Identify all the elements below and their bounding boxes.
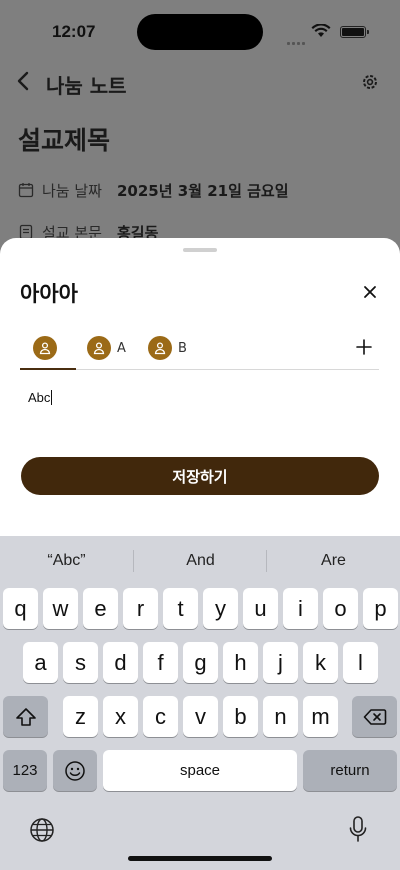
key-f[interactable]: f <box>143 642 178 683</box>
tab-member-b[interactable]: B <box>148 336 187 370</box>
date-row: 나눔 날짜 2025년 3월 21일 금요일 <box>18 178 289 202</box>
key-l[interactable]: l <box>343 642 378 683</box>
note-editor[interactable]: Abc <box>28 390 53 405</box>
key-z[interactable]: z <box>63 696 98 737</box>
key-t[interactable]: t <box>163 588 198 629</box>
member-tabs: A B <box>20 330 379 370</box>
keyboard: “Abc” And Are q w e r t y u i o p a s d … <box>0 536 400 870</box>
bottom-sheet: 아아아 A B Abc 저장하기 <box>0 238 400 538</box>
avatar <box>33 336 57 360</box>
key-y[interactable]: y <box>203 588 238 629</box>
signal-icon <box>287 30 307 49</box>
home-indicator <box>128 856 272 861</box>
return-key[interactable]: return <box>303 750 397 791</box>
status-bar: 12:07 <box>0 0 400 56</box>
key-k[interactable]: k <box>303 642 338 683</box>
shift-key[interactable] <box>3 696 48 737</box>
key-i[interactable]: i <box>283 588 318 629</box>
avatar <box>148 336 172 360</box>
key-w[interactable]: w <box>43 588 78 629</box>
globe-icon[interactable] <box>29 817 55 843</box>
space-key[interactable]: space <box>103 750 297 791</box>
key-v[interactable]: v <box>183 696 218 737</box>
page-title: 설교제목 <box>18 126 111 155</box>
sheet-title: 아아아 <box>20 282 78 306</box>
sheet-grabber[interactable] <box>183 248 217 252</box>
key-e[interactable]: e <box>83 588 118 629</box>
key-o[interactable]: o <box>323 588 358 629</box>
emoji-key[interactable] <box>53 750 97 791</box>
tab-member-a[interactable]: A <box>87 336 126 370</box>
date-value: 2025년 3월 21일 금요일 <box>117 181 289 200</box>
shift-icon <box>15 707 36 726</box>
battery-icon <box>340 26 369 38</box>
numbers-key[interactable]: 123 <box>3 750 47 791</box>
wifi-icon <box>311 24 331 37</box>
user-icon <box>154 342 166 355</box>
key-c[interactable]: c <box>143 696 178 737</box>
suggestion-item[interactable]: And <box>134 546 267 576</box>
suggestion-bar: “Abc” And Are <box>0 546 400 576</box>
close-icon[interactable] <box>362 284 378 300</box>
backspace-icon <box>363 708 386 725</box>
date-label: 나눔 날짜 <box>42 181 102 200</box>
key-h[interactable]: h <box>223 642 258 683</box>
calendar-icon <box>18 183 34 198</box>
editor-text: Abc <box>28 390 51 405</box>
key-b[interactable]: b <box>223 696 258 737</box>
add-member-icon[interactable] <box>355 338 373 356</box>
user-icon <box>93 342 105 355</box>
key-r[interactable]: r <box>123 588 158 629</box>
nav-title: 나눔 노트 <box>46 74 127 98</box>
key-a[interactable]: a <box>23 642 58 683</box>
status-time: 12:07 <box>52 22 96 41</box>
key-g[interactable]: g <box>183 642 218 683</box>
key-d[interactable]: d <box>103 642 138 683</box>
key-p[interactable]: p <box>363 588 398 629</box>
key-s[interactable]: s <box>63 642 98 683</box>
tab-member-0[interactable] <box>20 336 76 370</box>
key-x[interactable]: x <box>103 696 138 737</box>
key-u[interactable]: u <box>243 588 278 629</box>
nav-bar: 나눔 노트 <box>0 62 400 102</box>
avatar <box>87 336 111 360</box>
emoji-icon <box>65 760 85 781</box>
suggestion-item[interactable]: Are <box>267 546 400 576</box>
back-chevron-icon[interactable] <box>16 70 30 92</box>
key-n[interactable]: n <box>263 696 298 737</box>
gear-icon[interactable] <box>360 72 380 92</box>
save-button[interactable]: 저장하기 <box>21 457 379 495</box>
key-j[interactable]: j <box>263 642 298 683</box>
tab-label: B <box>178 341 187 356</box>
text-caret <box>51 390 53 405</box>
dynamic-island <box>137 14 263 50</box>
suggestion-item[interactable]: “Abc” <box>0 546 133 576</box>
microphone-icon[interactable] <box>348 815 368 843</box>
tab-label: A <box>117 341 126 356</box>
key-m[interactable]: m <box>303 696 338 737</box>
user-icon <box>39 342 51 355</box>
delete-key[interactable] <box>352 696 397 737</box>
key-q[interactable]: q <box>3 588 38 629</box>
